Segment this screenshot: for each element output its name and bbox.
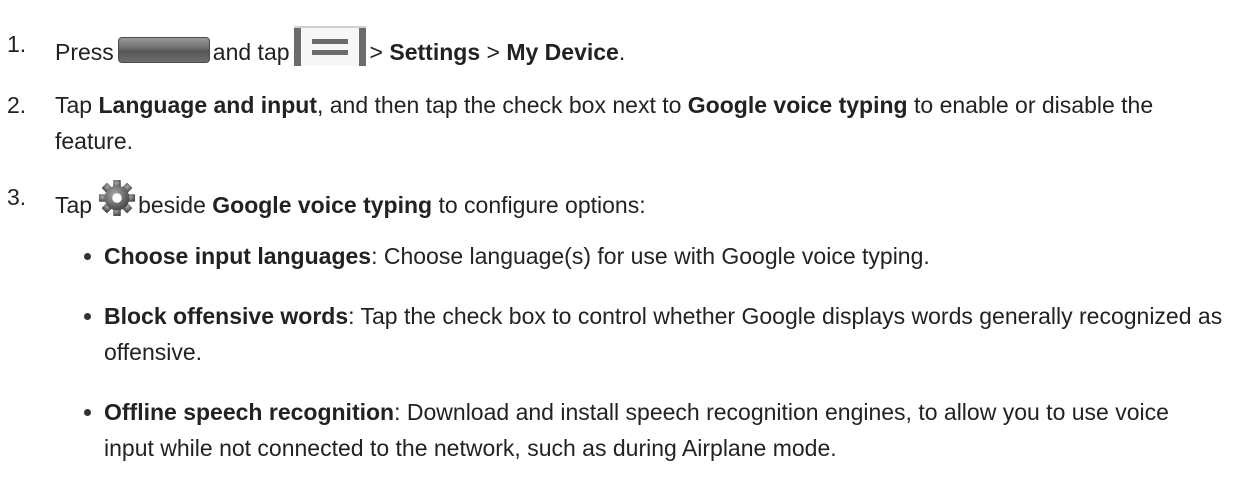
step-number: 1. <box>7 31 27 57</box>
my-device-label: My Device <box>506 39 619 65</box>
step-text: Tap beside Google voice typing to config… <box>55 179 1224 223</box>
option-term: Block offensive words <box>104 303 349 329</box>
google-voice-typing-label: Google voice typing <box>687 92 908 118</box>
step-number: 3. <box>7 184 27 210</box>
google-voice-typing-label: Google voice typing <box>212 192 433 218</box>
option-term: Offline speech recognition <box>104 399 395 425</box>
home-button-icon <box>117 37 210 63</box>
gear-icon <box>99 179 136 217</box>
step-number: 2. <box>7 92 27 118</box>
option-term: Choose input languages <box>104 243 372 269</box>
option-description: : Choose language(s) for use with Google… <box>371 243 930 269</box>
step-text: Tap Language and input, and then tap the… <box>55 92 1154 154</box>
bullet-icon <box>84 253 91 260</box>
language-and-input-label: Language and input <box>98 92 317 118</box>
step-text: Press and tap > Settings > My Device. <box>55 26 1224 70</box>
bullet-icon <box>84 409 91 416</box>
menu-button-icon <box>293 26 366 66</box>
settings-label: Settings <box>389 39 481 65</box>
bullet-icon <box>84 313 91 320</box>
